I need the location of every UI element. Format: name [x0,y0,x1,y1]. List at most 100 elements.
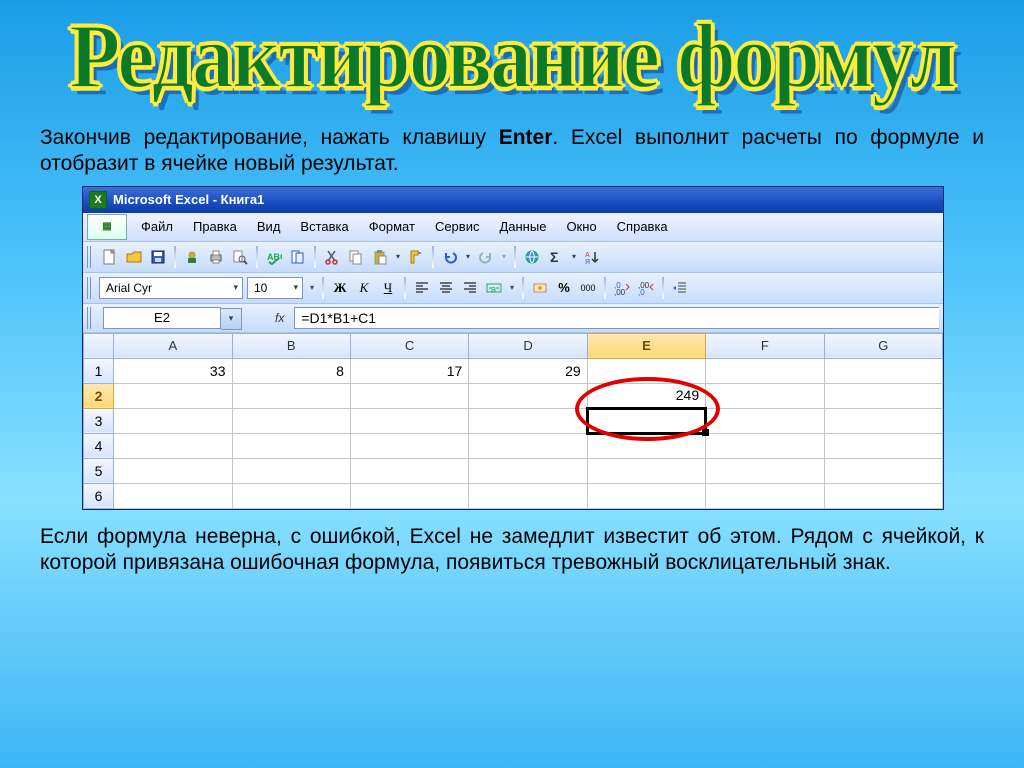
row-header-1[interactable]: 1 [84,358,114,383]
cell-f4[interactable] [706,433,824,458]
cell-g1[interactable] [824,358,942,383]
cell-d6[interactable] [469,483,587,508]
format-dropdown[interactable]: ▾ [307,283,317,292]
cell-e5[interactable] [587,458,705,483]
increase-decimal-icon[interactable]: ,0,00 [611,277,633,299]
cell-e3-selected[interactable] [587,408,705,433]
cut-icon[interactable] [321,246,343,268]
cell-d2[interactable] [469,383,587,408]
cell-b2[interactable] [232,383,350,408]
autosum-dropdown[interactable]: ▾ [569,252,579,261]
menu-file[interactable]: Файл [131,216,183,237]
sort-asc-icon[interactable]: АЯ [581,246,603,268]
decrease-decimal-icon[interactable]: ,00,0 [635,277,657,299]
cell-a4[interactable] [114,433,232,458]
redo-icon[interactable] [475,246,497,268]
cell-d4[interactable] [469,433,587,458]
col-header-e[interactable]: E [587,333,705,358]
cell-a1[interactable]: 33 [114,358,232,383]
menu-view[interactable]: Вид [247,216,291,237]
bold-button[interactable]: Ж [329,277,351,299]
cell-e2[interactable]: 249 [587,383,705,408]
menu-help[interactable]: Справка [607,216,678,237]
menu-format[interactable]: Формат [359,216,425,237]
cell-b3[interactable] [232,408,350,433]
cell-c6[interactable] [350,483,468,508]
cell-f2[interactable] [706,383,824,408]
cell-b1[interactable]: 8 [232,358,350,383]
format-painter-icon[interactable] [405,246,427,268]
cell-e1[interactable] [587,358,705,383]
menu-tools[interactable]: Сервис [425,216,490,237]
font-name-combo[interactable]: Arial Cyr ▾ [99,277,243,299]
formula-input[interactable]: =D1*B1+C1 [294,307,939,329]
cell-d1[interactable]: 29 [469,358,587,383]
print-icon[interactable] [205,246,227,268]
col-header-g[interactable]: G [824,333,942,358]
fill-handle[interactable] [702,429,709,436]
research-icon[interactable] [287,246,309,268]
cell-a5[interactable] [114,458,232,483]
undo-dropdown[interactable]: ▾ [463,252,473,261]
row-header-3[interactable]: 3 [84,408,114,433]
toolbar-grip-2[interactable] [87,277,93,299]
select-all-corner[interactable] [84,333,114,358]
permission-icon[interactable] [181,246,203,268]
menu-edit[interactable]: Правка [183,216,247,237]
undo-icon[interactable] [439,246,461,268]
cell-g4[interactable] [824,433,942,458]
cell-f5[interactable] [706,458,824,483]
align-center-icon[interactable] [435,277,457,299]
menu-insert[interactable]: Вставка [290,216,358,237]
cell-b4[interactable] [232,433,350,458]
col-header-f[interactable]: F [706,333,824,358]
cell-e4[interactable] [587,433,705,458]
menu-data[interactable]: Данные [489,216,556,237]
save-icon[interactable] [147,246,169,268]
print-preview-icon[interactable] [229,246,251,268]
comma-style-button[interactable]: 000 [577,277,599,299]
name-box-dropdown[interactable]: ▾ [221,308,242,330]
autosum-icon[interactable]: Σ [545,246,567,268]
hyperlink-icon[interactable] [521,246,543,268]
copy-icon[interactable] [345,246,367,268]
col-header-a[interactable]: A [114,333,232,358]
redo-dropdown[interactable]: ▾ [499,252,509,261]
col-header-d[interactable]: D [469,333,587,358]
row-header-6[interactable]: 6 [84,483,114,508]
spreadsheet-grid[interactable]: A B C D E F G 1 33 8 17 29 2 [83,333,943,509]
cell-b5[interactable] [232,458,350,483]
fx-label[interactable]: fx [275,311,284,325]
cell-a6[interactable] [114,483,232,508]
workbook-icon[interactable]: ▦ [87,214,127,240]
cell-a3[interactable] [114,408,232,433]
cell-b6[interactable] [232,483,350,508]
cell-g3[interactable] [824,408,942,433]
merge-center-icon[interactable]: a [483,277,505,299]
cell-g2[interactable] [824,383,942,408]
underline-button[interactable]: Ч [377,277,399,299]
cell-e6[interactable] [587,483,705,508]
col-header-b[interactable]: B [232,333,350,358]
row-header-4[interactable]: 4 [84,433,114,458]
paste-dropdown[interactable]: ▾ [393,252,403,261]
formula-grip[interactable] [87,307,93,329]
new-icon[interactable] [99,246,121,268]
paste-icon[interactable] [369,246,391,268]
cell-g6[interactable] [824,483,942,508]
italic-button[interactable]: К [353,277,375,299]
spelling-icon[interactable]: ABC [263,246,285,268]
align-left-icon[interactable] [411,277,433,299]
cell-f6[interactable] [706,483,824,508]
font-size-combo[interactable]: 10 ▾ [247,277,303,299]
decrease-indent-icon[interactable] [669,277,691,299]
align-right-icon[interactable] [459,277,481,299]
menu-window[interactable]: Окно [556,216,606,237]
merge-dropdown[interactable]: ▾ [507,283,517,292]
cell-c1[interactable]: 17 [350,358,468,383]
cell-a2[interactable] [114,383,232,408]
cell-c5[interactable] [350,458,468,483]
cell-g5[interactable] [824,458,942,483]
open-icon[interactable] [123,246,145,268]
cell-d3[interactable] [469,408,587,433]
